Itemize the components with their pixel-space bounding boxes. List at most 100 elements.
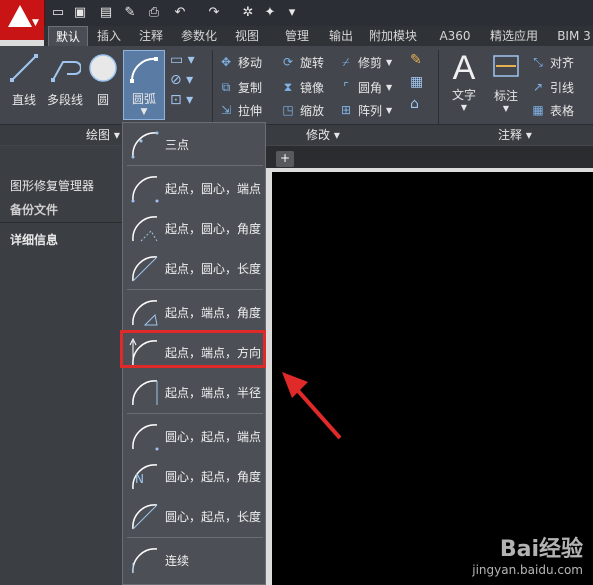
hatch-icon[interactable]: ⊘ ▾: [170, 72, 210, 92]
tab-view[interactable]: 视图: [230, 26, 264, 46]
move-tool-button[interactable]: ✥ 移动: [218, 52, 262, 72]
arc-option-start-end-radius[interactable]: 起点，端点，半径: [123, 373, 265, 411]
autocad-logo-icon: [8, 5, 32, 27]
watermark-brand: Bai经验: [499, 537, 583, 562]
move-label: 移动: [238, 55, 263, 70]
tab-default[interactable]: 默认: [48, 26, 88, 47]
save-icon[interactable]: ▤: [98, 4, 114, 20]
tab-featured-apps[interactable]: 精选应用: [484, 26, 544, 46]
plot-icon[interactable]: ⎙: [146, 4, 162, 20]
arc-center-start-end-icon: [132, 424, 159, 451]
arc-tool-label: 圆弧: [131, 92, 156, 106]
tab-parametric[interactable]: 参数化: [176, 26, 222, 46]
tab-annotate[interactable]: 注释: [134, 26, 168, 46]
draw-group-label[interactable]: 绘图 ▾: [86, 126, 120, 143]
offset-icon[interactable]: ⌂: [410, 96, 432, 118]
polyline-tool-button[interactable]: 多段线: [44, 52, 86, 108]
circle-tool-label: 圆: [96, 93, 109, 107]
chevron-down-icon: ▼: [386, 82, 393, 92]
tab-a360[interactable]: A360: [436, 26, 474, 46]
leader-tool-button[interactable]: ↗ 引线: [530, 77, 574, 97]
arc-center-start-length-icon: [132, 504, 158, 530]
align-label: 对齐: [550, 55, 575, 70]
arc-option-label: 圆心，起点，角度: [165, 469, 262, 484]
arc-option-start-end-angle[interactable]: 起点，端点，角度: [123, 293, 265, 331]
highlight-box: [120, 330, 266, 368]
arc-continue-icon: [132, 548, 158, 574]
watermark: Bai经验 jingyan.baidu.com: [472, 531, 583, 577]
modify-group-label[interactable]: 修改 ▾: [306, 126, 340, 143]
chevron-down-icon: ▼: [502, 104, 510, 113]
arc-option-label: 起点，圆心，端点: [165, 181, 262, 196]
polyline-tool-label: 多段线: [46, 93, 83, 107]
recovery-manager-title: 图形修复管理器: [10, 179, 95, 193]
chevron-down-icon: ▼: [32, 18, 39, 28]
leader-label: 引线: [550, 80, 575, 95]
arc-option-start-center-angle[interactable]: 起点，圆心，角度: [123, 209, 265, 247]
table-tool-button[interactable]: ▦ 表格: [530, 100, 574, 120]
dimension-tool-button[interactable]: 标注 ▼: [488, 50, 524, 113]
watermark-url: jingyan.baidu.com: [472, 563, 583, 577]
arc-option-three-point[interactable]: 三点: [123, 125, 265, 163]
tab-addins[interactable]: 附加模块: [362, 26, 424, 46]
arc-tool-button[interactable]: 圆弧 ▼: [123, 50, 165, 120]
circle-tool-button[interactable]: 圆: [86, 52, 120, 108]
draw-extra-tools: ▭ ▾ ⊘ ▾ ⊡ ▾: [170, 52, 210, 118]
undo-icon[interactable]: ↶: [172, 4, 188, 20]
scale-icon: ◳: [282, 103, 294, 117]
arc-option-label: 起点，端点，角度: [165, 305, 262, 320]
redo-icon[interactable]: ↷: [206, 4, 222, 20]
copy-tool-button[interactable]: ⧉ 复制: [218, 77, 262, 97]
arc-start-center-end-icon: [131, 176, 159, 203]
ribbon-tab-row: 默认 插入 注释 参数化 视图 管理 输出 附加模块 A360 精选应用 BIM…: [44, 26, 593, 47]
trim-tool-button[interactable]: ⌿ 修剪 ▼: [338, 52, 392, 72]
trim-icon: ⌿: [342, 54, 350, 69]
rotate-tool-button[interactable]: ⟳ 旋转: [280, 52, 324, 72]
fillet-icon: ⌜: [343, 80, 349, 94]
boundary-icon[interactable]: ⊡ ▾: [170, 92, 210, 112]
open-file-icon[interactable]: ▣: [72, 4, 88, 20]
align-tool-button[interactable]: ⤡ 对齐: [530, 52, 574, 72]
arc-option-start-center-length[interactable]: 起点，圆心，长度: [123, 249, 265, 287]
arc-icon: [130, 57, 158, 83]
arc-start-center-length-icon: [132, 256, 158, 282]
text-tool-button[interactable]: A 文字 ▼: [446, 50, 482, 112]
new-file-icon[interactable]: ▭: [50, 4, 66, 20]
dimension-tool-label: 标注: [493, 89, 518, 103]
details-header[interactable]: 详细信息: [0, 230, 122, 250]
share-icon[interactable]: ✦: [262, 4, 278, 20]
line-tool-button[interactable]: 直线: [6, 52, 42, 108]
fillet-tool-button[interactable]: ⌜ 圆角 ▼: [338, 77, 392, 97]
scale-tool-button[interactable]: ◳ 缩放: [280, 100, 324, 120]
arc-option-center-start-length[interactable]: 圆心，起点，长度: [123, 497, 265, 535]
array-tool-button[interactable]: ⊞ 阵列 ▼: [338, 100, 392, 120]
array-label: 阵列: [358, 103, 383, 118]
arc-option-start-center-end[interactable]: 起点，圆心，端点: [123, 169, 265, 207]
arc-option-continue[interactable]: 连续: [123, 541, 265, 579]
annotate-group-label[interactable]: 注释 ▾: [498, 126, 532, 143]
rectangle-icon[interactable]: ▭ ▾: [170, 52, 210, 72]
mirror-tool-button[interactable]: ⧗ 镜像: [280, 77, 324, 97]
scale-label: 缩放: [300, 103, 325, 118]
svg-text:N: N: [135, 472, 144, 486]
align-icon: ⤡: [533, 54, 543, 69]
tab-insert[interactable]: 插入: [92, 26, 126, 46]
arc-option-center-start-end[interactable]: 圆心，起点，端点: [123, 417, 265, 455]
explode-icon[interactable]: ▦: [410, 74, 432, 96]
qat-dropdown-icon[interactable]: ▾: [284, 4, 300, 20]
tab-bim360[interactable]: BIM 3: [554, 26, 593, 46]
copy-icon: ⧉: [221, 79, 231, 94]
stretch-tool-button[interactable]: ⇲ 拉伸: [218, 100, 262, 120]
erase-icon[interactable]: ✎: [410, 52, 432, 74]
text-tool-label: 文字: [451, 88, 476, 102]
application-menu-button[interactable]: ▼: [0, 0, 45, 40]
arc-start-end-radius-icon: [132, 380, 158, 406]
dimension-icon: [493, 55, 519, 77]
arc-option-center-start-angle[interactable]: N 圆心，起点，角度: [123, 457, 265, 495]
tab-manage[interactable]: 管理: [280, 26, 314, 46]
workspace-icon[interactable]: ✲: [240, 4, 256, 20]
new-tab-button[interactable]: +: [276, 151, 294, 167]
save-as-icon[interactable]: ✎: [122, 4, 138, 20]
tab-output[interactable]: 输出: [324, 26, 358, 46]
backup-files-header[interactable]: 备份文件: [0, 200, 122, 220]
